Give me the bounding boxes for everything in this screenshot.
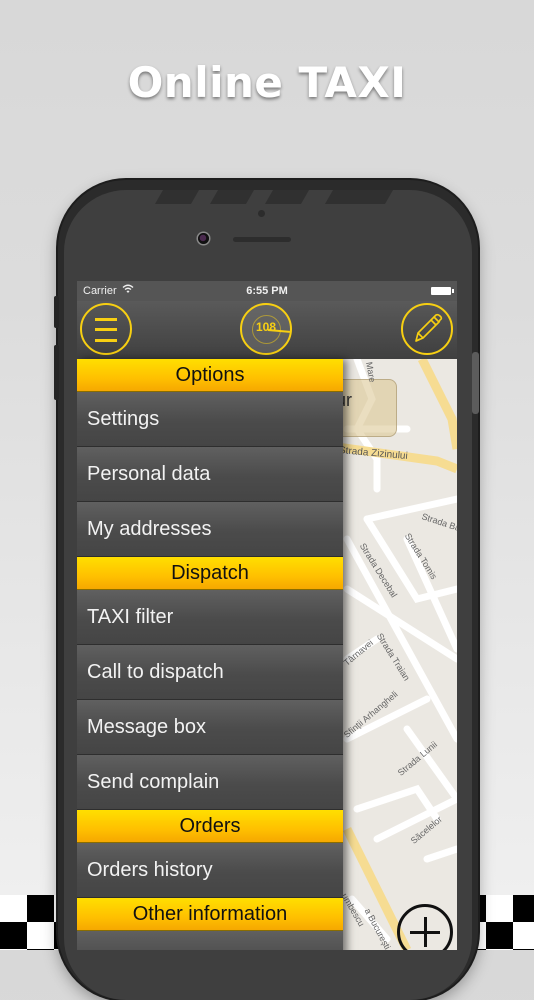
menu-item-send-complain[interactable]: Send complain — [77, 755, 343, 810]
menu-item-call-to-dispatch[interactable]: Call to dispatch — [77, 645, 343, 700]
battery-icon — [431, 287, 454, 295]
volume-up-button — [54, 345, 59, 400]
proximity-sensor — [258, 210, 265, 217]
bezel-stripe — [264, 190, 310, 204]
radar-button[interactable]: 108 — [240, 303, 292, 355]
menu-item-my-addresses[interactable]: My addresses — [77, 502, 343, 557]
power-button — [472, 352, 479, 414]
side-menu-drawer: Options Settings Personal data My addres… — [77, 359, 343, 950]
clock: 6:55 PM — [246, 285, 288, 297]
hamburger-icon — [95, 339, 117, 342]
front-camera-icon — [198, 233, 209, 244]
earpiece-speaker — [233, 237, 291, 242]
section-header-dispatch: Dispatch — [77, 557, 343, 590]
promo-headline: Online TAXI — [127, 58, 407, 107]
menu-item-partial[interactable] — [77, 931, 343, 950]
pencil-icon — [415, 313, 443, 342]
hamburger-icon — [95, 318, 117, 321]
section-header-options: Options — [77, 359, 343, 392]
mute-switch — [54, 296, 59, 328]
edit-button[interactable] — [401, 303, 453, 355]
menu-item-message-box[interactable]: Message box — [77, 700, 343, 755]
top-nav-bar: 108 — [77, 301, 457, 359]
status-bar: Carrier 6:55 PM — [77, 281, 457, 301]
section-header-other-information: Other information — [77, 898, 343, 931]
hamburger-icon — [95, 328, 117, 331]
menu-item-taxi-filter[interactable]: TAXI filter — [77, 590, 343, 645]
bezel-stripe — [209, 190, 255, 204]
app-screen: our Mare Strada Zizinului Strada Babe St… — [77, 281, 457, 950]
bezel-stripe — [154, 190, 200, 204]
section-header-orders: Orders — [77, 810, 343, 843]
bezel-stripe — [324, 190, 394, 204]
menu-button[interactable] — [80, 303, 132, 355]
nearby-taxi-count: 108 — [255, 320, 277, 334]
menu-item-orders-history[interactable]: Orders history — [77, 843, 343, 898]
menu-item-settings[interactable]: Settings — [77, 392, 343, 447]
menu-item-personal-data[interactable]: Personal data — [77, 447, 343, 502]
